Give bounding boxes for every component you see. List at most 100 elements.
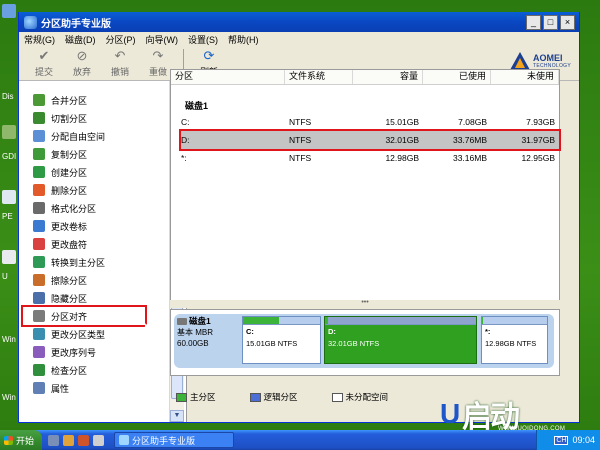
operation-item[interactable]: 切割分区 [33,109,153,127]
windows-flag-icon [4,435,13,445]
operation-icon [33,220,45,232]
col-used[interactable]: 已使用 [423,70,491,84]
operation-item[interactable]: 删除分区 [33,181,153,199]
pane-splitter[interactable]: ••• [170,299,560,308]
operation-item[interactable]: 格式化分区 [33,199,153,217]
desktop-label: Dis [2,92,14,101]
part-d-desc: 32.01GB NTFS [328,339,380,348]
legend-primary-label: 主分区 [190,392,216,402]
legend-primary: 主分区 [176,391,216,403]
operation-item[interactable]: 更改序列号 [33,343,153,361]
discard-label: 放弃 [72,66,91,77]
operation-icon [33,292,45,304]
operation-item[interactable]: 更改盘符 [33,235,153,253]
menu-wizard[interactable]: 向导(W) [146,33,179,46]
part-star-usage-fill [482,317,484,324]
desktop-icon[interactable] [2,250,16,264]
cell-filesystem: NTFS [289,153,312,163]
disk-map-row: 磁盘1 基本 MBR 60.00GB C: 15.01GB NTFS D: 32… [174,314,554,368]
partition-table: 分区 文件系统 容量 已使用 未使用 磁盘1 C: NTFS 15.01GB 7.08… [170,69,561,301]
operation-item[interactable]: 分配自由空间 [33,127,153,145]
title-bar[interactable]: 分区助手专业版 _ □ × [19,12,579,32]
operation-item[interactable]: 分区对齐 [21,305,147,327]
menu-general[interactable]: 常规(G) [24,33,55,46]
operation-item[interactable]: 创建分区 [33,163,153,181]
taskbar-app-item[interactable]: 分区助手专业版 [114,432,234,448]
operation-item[interactable]: 合并分区 [33,91,153,109]
operation-item[interactable]: 检查分区 [33,361,153,379]
taskbar-app-icon [119,435,129,445]
operation-item[interactable]: 属性 [33,379,153,397]
operation-label: 格式化分区 [51,203,97,214]
cell-partition: *: [181,153,187,163]
apply-button[interactable]: ✔ 提交 [27,48,61,78]
part-d-usage-fill [325,317,329,324]
operation-item[interactable]: 复制分区 [33,145,153,163]
legend-unallocated-swatch [331,392,343,402]
table-row[interactable]: *: NTFS 12.98GB 33.16MB 12.95GB [181,149,559,167]
quick-launch [48,434,104,446]
operation-item[interactable]: 更改卷标 [33,217,153,235]
operation-item[interactable]: 擦除分区 [33,271,153,289]
menu-help[interactable]: 帮助(H) [228,33,259,46]
disk-part-star[interactable]: *: 12.98GB NTFS [481,316,548,364]
desktop-label: Win [2,335,16,344]
col-capacity[interactable]: 容量 [353,70,423,84]
legend-primary-swatch [176,392,187,402]
app-icon [24,15,37,29]
cell-used: 7.08GB [458,117,487,127]
operation-icon [33,112,45,124]
operation-label: 分区对齐 [51,311,88,322]
disk-part-c[interactable]: C: 15.01GB NTFS [242,316,321,364]
desktop-icon[interactable] [2,190,16,204]
operation-icon [33,382,45,394]
undo-button[interactable]: ↶ 撤销 [103,47,137,78]
table-row[interactable]: D: NTFS 32.01GB 33.76MB 31.97GB [179,129,561,151]
col-partition[interactable]: 分区 [171,70,285,84]
operation-label: 切割分区 [51,113,88,124]
minimize-button[interactable]: _ [526,14,541,30]
col-free[interactable]: 未使用 [491,70,559,84]
desktop-icon[interactable] [2,125,16,139]
system-tray: CH 09:04 [536,430,600,450]
operation-label: 合并分区 [51,95,88,106]
disk-info[interactable]: 磁盘1 基本 MBR 60.00GB [177,316,235,366]
cell-used: 33.16MB [452,153,487,163]
table-row[interactable]: C: NTFS 15.01GB 7.08GB 7.93GB [181,113,559,131]
cell-partition: D: [181,135,190,145]
desktop-label: U [2,272,8,281]
operation-item[interactable]: 转换到主分区 [33,253,153,271]
col-filesystem[interactable]: 文件系统 [285,70,353,84]
operation-label: 擦除分区 [51,275,88,286]
disk-part-d[interactable]: D: 32.01GB NTFS [324,316,477,364]
scroll-down-arrow-icon[interactable]: ▼ [170,410,184,422]
ime-indicator[interactable]: CH [554,435,569,445]
legend-unallocated-label: 未分配空间 [345,392,389,402]
quicklaunch-app-icon[interactable] [78,434,89,446]
quicklaunch-tool-icon[interactable] [48,434,59,446]
cell-partition: C: [181,117,190,127]
operation-icon [33,328,45,340]
legend-logical: 逻辑分区 [249,391,298,403]
operation-icon [33,130,45,142]
operation-label: 更改卷标 [51,221,88,232]
desktop-icon[interactable] [2,4,16,18]
menu-settings[interactable]: 设置(S) [188,33,218,46]
operation-item[interactable]: 更改分区类型 [33,325,153,343]
operation-item[interactable]: 隐藏分区 [33,289,153,307]
close-button[interactable]: × [560,14,575,30]
menu-disk[interactable]: 磁盘(D) [65,33,96,46]
brand-name: AOMEI [532,52,563,63]
quicklaunch-drive-icon[interactable] [93,434,104,446]
brand-sub: TECHNOLOGY [532,62,571,69]
maximize-button[interactable]: □ [543,14,558,30]
desktop-label: PE [2,212,13,221]
desktop-label: GDI [2,152,17,161]
discard-button[interactable]: ⊘ 放弃 [65,48,99,78]
quicklaunch-folder-icon[interactable] [63,434,74,446]
start-button[interactable]: 开始 [0,430,42,450]
watermark-u-icon: U [440,398,461,429]
undo-icon: ↶ [114,47,126,63]
menu-partition[interactable]: 分区(P) [106,33,136,46]
operations-list: 合并分区切割分区分配自由空间 复制分区 创建分区 删除分区格式化分区更改卷标更改盘符转… [21,91,153,397]
